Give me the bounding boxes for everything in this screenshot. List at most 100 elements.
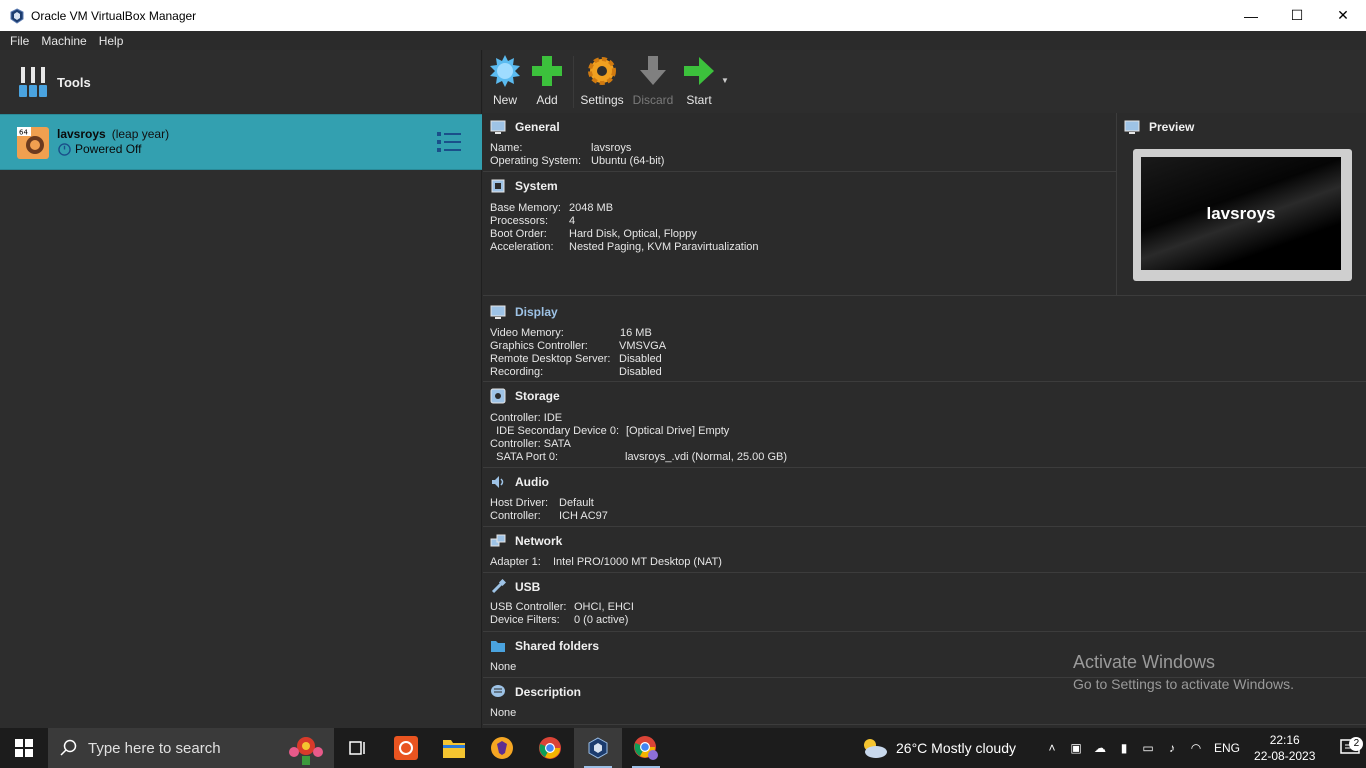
menu-help[interactable]: Help (99, 34, 124, 48)
taskbar-chrome-profile[interactable] (622, 728, 670, 768)
minimize-button[interactable]: — (1228, 0, 1274, 31)
system-tray: ˄ ▣ ☁ ▮ ▭ ♪ ◠ ENG 22:16 22-08-2023 2 (1040, 728, 1365, 768)
audio-row-controller: Controller: ICH AC97 (490, 510, 608, 522)
menu-bar: File Machine Help (0, 31, 1366, 50)
vm-list-item[interactable]: 64 lavsroys (leap year) Powered Off (0, 114, 482, 170)
display-row-rds: Remote Desktop Server: Disabled (490, 353, 662, 365)
storage-row-sata: Controller: SATA (490, 438, 571, 450)
weather-cloudy-icon (864, 739, 887, 758)
menu-machine[interactable]: Machine (41, 34, 86, 48)
general-title: General (515, 120, 560, 134)
windows-logo-icon (15, 739, 33, 757)
settings-button[interactable]: Settings (580, 54, 624, 107)
maximize-button[interactable]: ☐ (1274, 0, 1320, 31)
general-header[interactable]: General (490, 119, 560, 135)
description-value: None (490, 707, 517, 719)
tools-label: Tools (57, 74, 91, 90)
add-label: Add (536, 93, 558, 107)
weather-widget[interactable]: 26°C Mostly cloudy (860, 728, 1016, 768)
file-explorer-icon (443, 740, 465, 758)
clock-date: 22-08-2023 (1254, 749, 1316, 763)
discard-label: Discard (632, 93, 674, 107)
network-section: Network Adapter 1: Intel PRO/1000 MT Desk… (483, 527, 1366, 573)
activate-line1: Activate Windows (1073, 652, 1216, 672)
tray-language[interactable]: ENG (1214, 741, 1240, 755)
audio-section: Audio Host Driver: Default Controller: ICH… (483, 468, 1366, 527)
general-section: General Name: lavsroys Operating System: U… (483, 113, 1116, 172)
taskbar-search-box[interactable]: Type here to search (48, 728, 334, 768)
storage-title: Storage (515, 389, 560, 403)
add-button[interactable]: Add (525, 54, 569, 107)
activate-windows-watermark: Activate Windows Go to Settings to activ… (1073, 652, 1294, 692)
tray-wifi-icon[interactable]: ◠ (1184, 728, 1208, 768)
usb-row-controller: USB Controller: OHCI, EHCI (490, 601, 634, 613)
display-row-graphics: Graphics Controller: VMSVGA (490, 340, 667, 352)
network-header[interactable]: Network (490, 533, 562, 549)
menu-file[interactable]: File (10, 34, 29, 48)
title-bar: Oracle VM VirtualBox Manager — ☐ ✕ (0, 0, 1366, 31)
taskbar-brave[interactable] (478, 728, 526, 768)
tray-chevron-up-icon[interactable]: ˄ (1040, 728, 1064, 768)
tray-webcam-icon[interactable]: ▣ (1064, 728, 1088, 768)
notification-count: 2 (1349, 737, 1364, 751)
tray-onedrive-icon[interactable]: ☁ (1088, 728, 1112, 768)
discard-button[interactable]: Discard (631, 54, 675, 107)
main-toolbar: New Add Settings Discard Start ▼ (483, 50, 1366, 113)
taskbar-virtualbox[interactable] (574, 728, 622, 768)
tools-item[interactable]: Tools (0, 50, 482, 114)
close-button[interactable]: ✕ (1320, 0, 1366, 31)
start-label: Start (686, 93, 712, 107)
start-dropdown-icon[interactable]: ▼ (721, 76, 729, 85)
vm-state: Powered Off (75, 142, 142, 156)
clock-time: 22:16 (1269, 733, 1300, 747)
network-row-adapter: Adapter 1: Intel PRO/1000 MT Desktop (NAT… (490, 556, 722, 568)
storage-row-ide-device: IDE Secondary Device 0: [Optical Drive] E… (490, 425, 730, 437)
storage-section: Storage Controller: IDE IDE Secondary De… (483, 382, 1366, 468)
virtualbox-icon (588, 737, 608, 759)
monitor-icon (490, 305, 506, 319)
system-header[interactable]: System (490, 178, 558, 194)
tools-icon (19, 67, 47, 97)
taskbar-chrome[interactable] (526, 728, 574, 768)
display-header[interactable]: Display (490, 304, 558, 320)
general-row-os: Operating System: Ubuntu (64-bit) (490, 155, 665, 167)
task-view-icon (349, 741, 365, 755)
system-section: System Base Memory: 2048 MB Processors: 4 … (483, 172, 1116, 296)
preview-header[interactable]: Preview (1124, 119, 1194, 135)
task-view-button[interactable] (334, 728, 382, 768)
storage-row-sata-port: SATA Port 0: lavsroys_.vdi (Normal, 25.00… (490, 451, 787, 463)
display-section: Display Video Memory: 16 MB Graphics Cont… (483, 296, 1366, 382)
system-row-processors: Processors: 4 (490, 215, 576, 227)
audio-header[interactable]: Audio (490, 474, 549, 490)
usb-row-filters: Device Filters: 0 (0 active) (490, 614, 629, 626)
monitor-icon (1124, 120, 1140, 134)
preview-frame: lavsroys (1133, 149, 1352, 281)
preview-screen: lavsroys (1141, 157, 1341, 270)
shared-folders-header[interactable]: Shared folders (490, 638, 599, 654)
tray-volume-icon[interactable]: ♪ (1160, 728, 1184, 768)
storage-header[interactable]: Storage (490, 388, 560, 404)
ubuntu-icon (394, 736, 418, 760)
search-placeholder: Type here to search (88, 739, 221, 757)
notification-center-button[interactable]: 2 (1335, 737, 1365, 757)
taskbar-file-explorer[interactable] (430, 728, 478, 768)
storage-row-ide: Controller: IDE (490, 412, 563, 424)
chrome-icon (539, 737, 561, 759)
new-vm-icon (490, 55, 520, 87)
start-button[interactable]: Start (677, 54, 721, 107)
description-header[interactable]: Description (490, 684, 581, 700)
weather-text: 26°C Mostly cloudy (896, 740, 1016, 756)
tray-clock[interactable]: 22:16 22-08-2023 (1254, 732, 1315, 764)
new-button[interactable]: New (483, 54, 527, 107)
taskbar: Type here to search 26°C Mostly cloudy ˄… (0, 728, 1366, 768)
tray-battery-icon[interactable]: ▭ (1136, 728, 1160, 768)
vm-details-menu-icon[interactable] (436, 129, 462, 155)
preview-title: Preview (1149, 120, 1195, 134)
power-off-icon (58, 142, 71, 156)
tray-microphone-icon[interactable]: ▮ (1112, 728, 1136, 768)
taskbar-ubuntu[interactable] (382, 728, 430, 768)
new-label: New (492, 93, 517, 107)
chip-icon (491, 179, 505, 193)
usb-header[interactable]: USB (490, 579, 540, 595)
windows-start-button[interactable] (0, 728, 48, 768)
